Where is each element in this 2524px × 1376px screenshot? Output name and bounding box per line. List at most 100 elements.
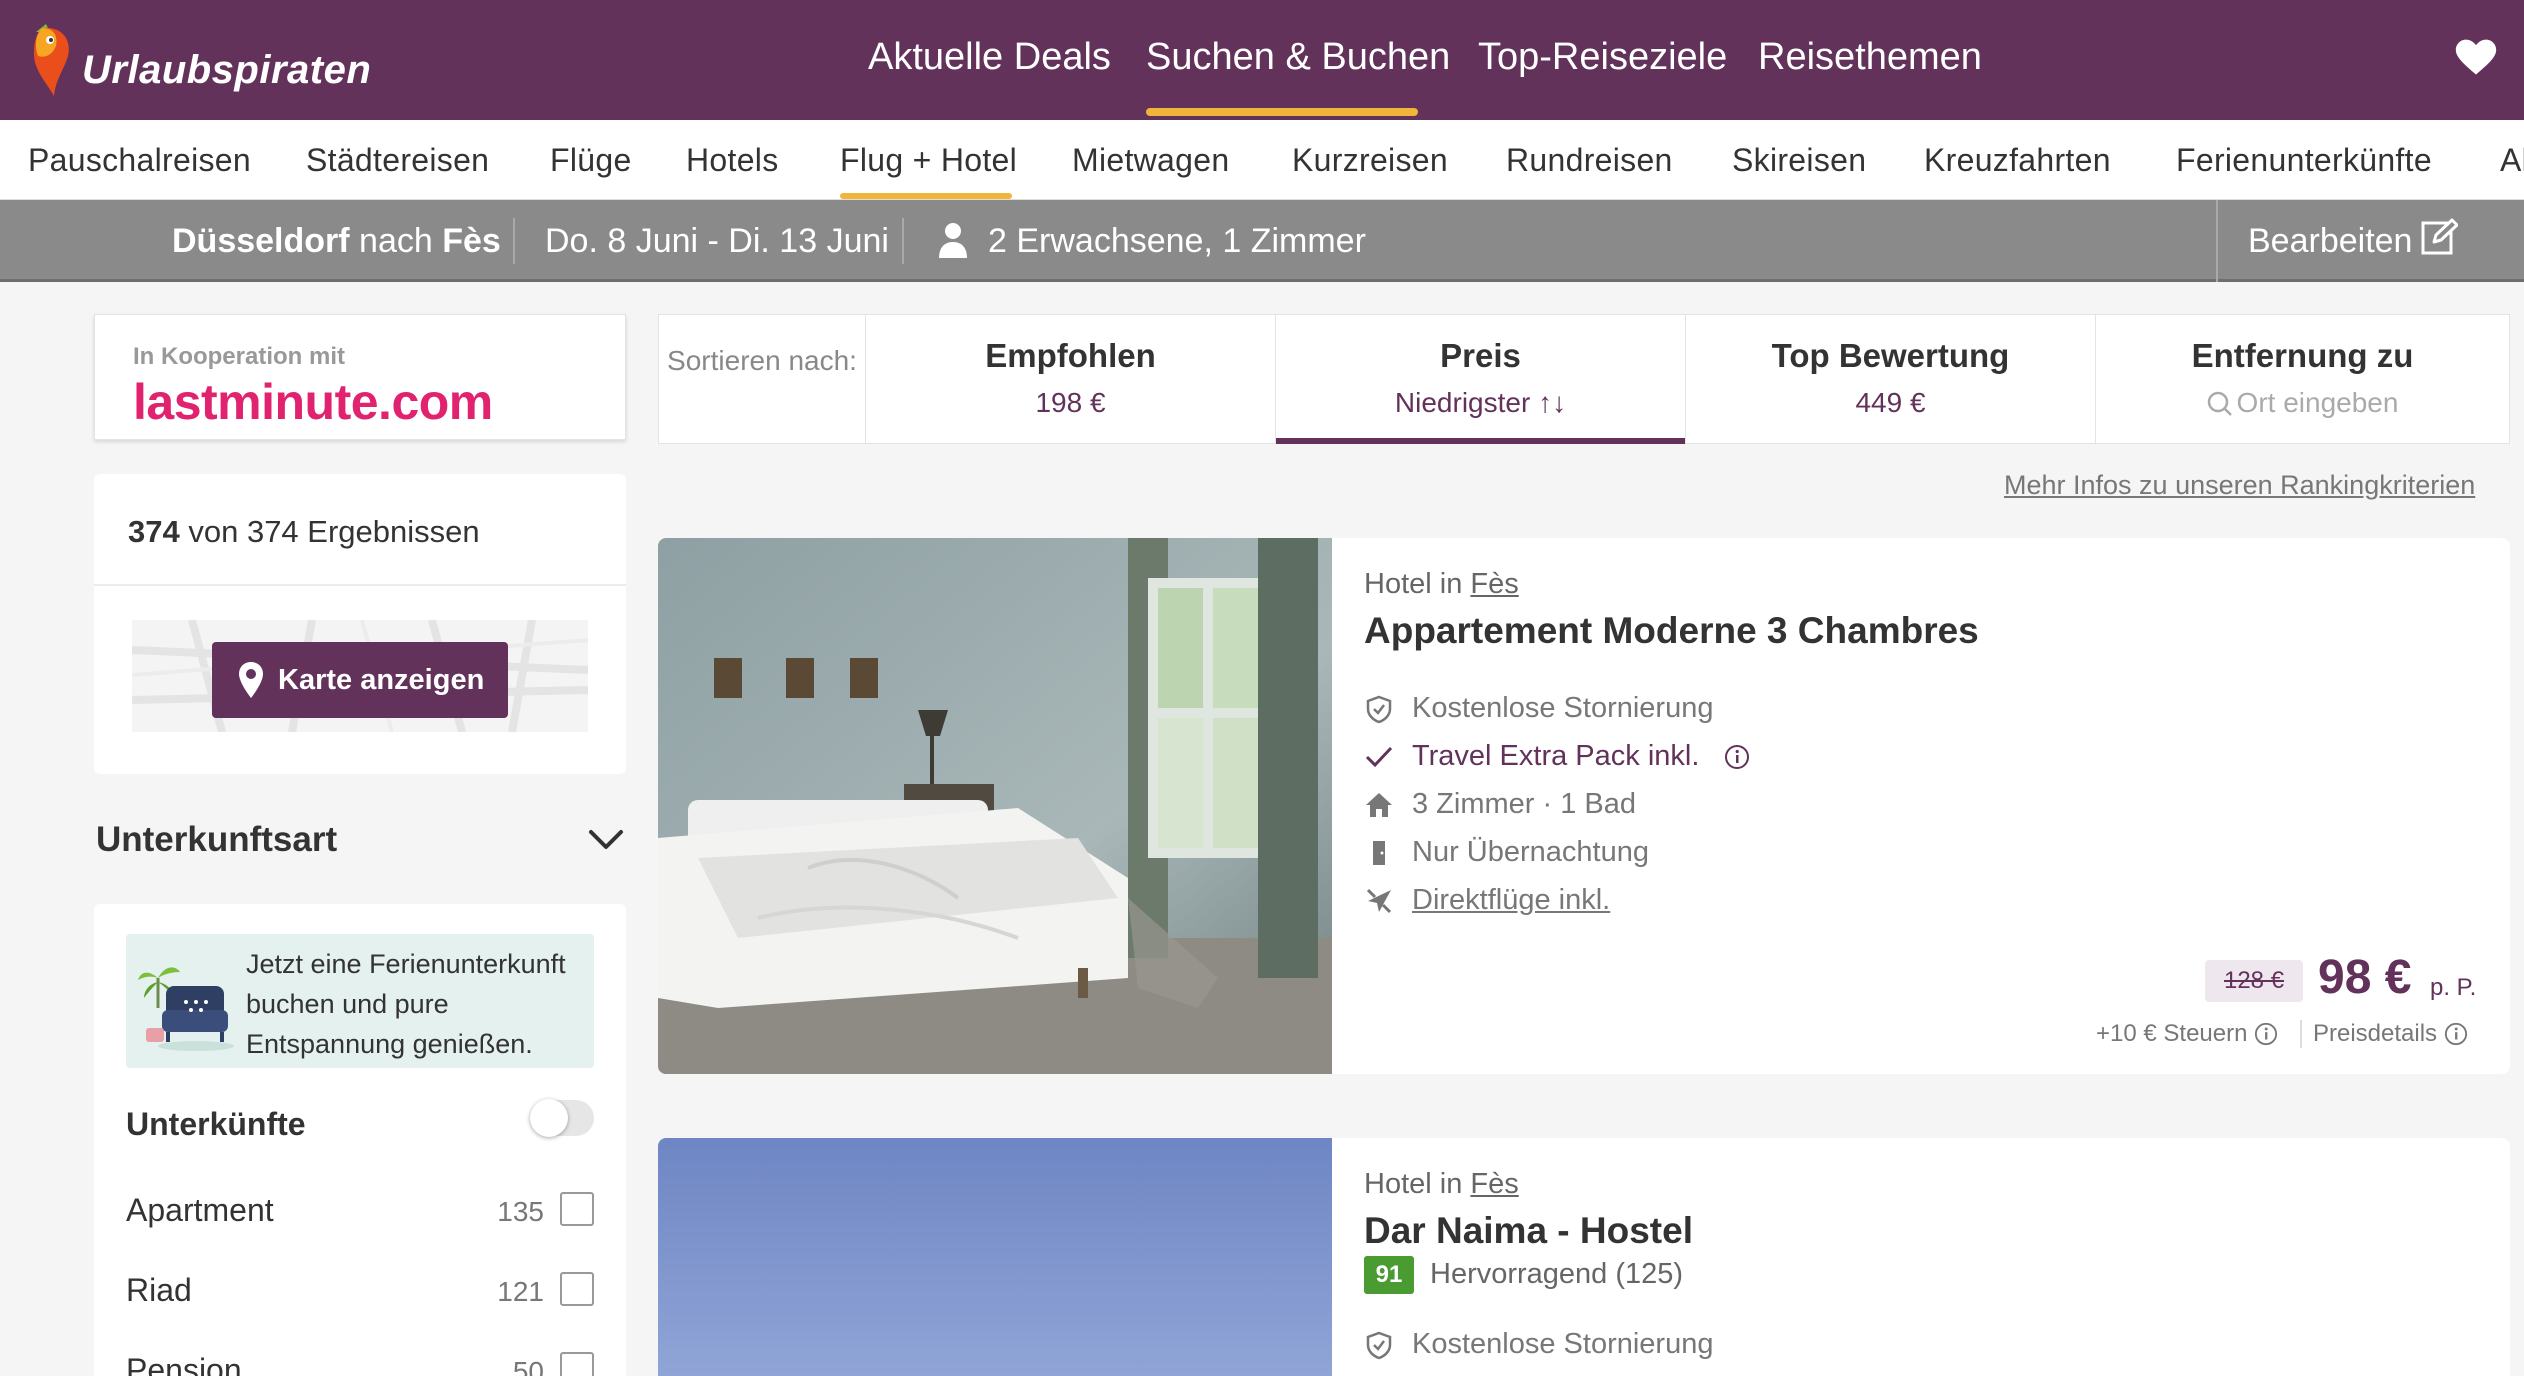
accommodations-toggle[interactable] (530, 1099, 594, 1137)
hotel-name[interactable]: Dar Naima - Hostel (1364, 1210, 1693, 1252)
info-icon[interactable] (1724, 744, 1750, 770)
location-input[interactable]: Ort eingeben (2096, 387, 2509, 419)
rating-score-badge: 91 (1364, 1256, 1414, 1294)
route-summary: Düsseldorf nach Fès (172, 222, 501, 261)
armchair-plant-icon (138, 967, 234, 1051)
active-category-indicator (840, 193, 1012, 199)
category-rundreisen[interactable]: Rundreisen (1506, 142, 1673, 179)
sort-option-value: Niedrigster ↑↓ (1394, 387, 1567, 418)
ranking-info-link[interactable]: Mehr Infos zu unseren Rankingkriterien (2004, 470, 2475, 501)
accommodation-type-heading[interactable]: Unterkunftsart (96, 820, 337, 860)
category-skireisen[interactable]: Skireisen (1732, 142, 1866, 179)
feature-text: Kostenlose Stornierung (1412, 692, 1714, 724)
accommodations-heading: Unterkünfte (126, 1106, 306, 1142)
divider (2216, 200, 2218, 282)
toggle-knob (530, 1099, 568, 1137)
divider (2300, 1020, 2302, 1048)
info-icon[interactable] (2444, 1022, 2468, 1046)
search-summary-bar[interactable]: Düsseldorf nach Fès Do. 8 Juni - Di. 13 … (0, 200, 2524, 282)
nav-top-reiseziele[interactable]: Top-Reiseziele (1478, 36, 1727, 79)
info-icon[interactable] (2254, 1022, 2278, 1046)
category-mietwagen[interactable]: Mietwagen (1072, 142, 1229, 179)
sort-option-title: Top Bewertung (1771, 337, 2010, 374)
taxes-info[interactable]: +10 € Steuern (2096, 1020, 2278, 1048)
vacation-rental-promo[interactable]: Jetzt eine Ferienunterkunft buchen und p… (126, 934, 594, 1068)
category-fluege[interactable]: Flüge (550, 142, 632, 179)
category-kurzreisen[interactable]: Kurzreisen (1292, 142, 1448, 179)
filter-row-pension[interactable]: Pension 50 (126, 1344, 594, 1376)
filter-count: 50 (512, 1356, 544, 1376)
filter-label: Pension (126, 1352, 242, 1376)
nav-reisethemen[interactable]: Reisethemen (1758, 36, 1982, 79)
feature-travel-extra-pack: Travel Extra Pack inkl. (1364, 738, 1824, 778)
edit-icon[interactable] (2420, 218, 2458, 256)
category-bar: Pauschalreisen Städtereisen Flüge Hotels… (0, 120, 2524, 200)
feature-rooms: 3 Zimmer · 1 Bad (1364, 786, 1764, 826)
divider (902, 218, 904, 264)
current-price: 98 € (2318, 951, 2412, 1004)
filter-checkbox[interactable] (560, 1352, 594, 1376)
category-more[interactable]: Al (2500, 142, 2524, 179)
hotel-name[interactable]: Appartement Moderne 3 Chambres (1364, 610, 1979, 652)
filter-row-riad[interactable]: Riad 121 (126, 1264, 594, 1314)
promo-text: Jetzt eine Ferienunterkunft buchen und p… (246, 949, 566, 1059)
parrot-logo-icon (34, 24, 69, 97)
hotel-card[interactable]: Hotel in Fès Dar Naima - Hostel 91 Hervo… (658, 1138, 2510, 1376)
feature-free-cancellation: Kostenlose Stornierung (1364, 690, 1764, 730)
sort-option-title: Entfernung zu (2191, 337, 2414, 374)
hotel-kind: Hotel in (1364, 568, 1463, 600)
shield-check-icon (1366, 695, 1392, 724)
show-map-label: Karte anzeigen (278, 664, 485, 696)
direct-flights-link[interactable]: Direktflüge inkl. (1412, 884, 1610, 917)
results-count: 374 von 374 Ergebnissen (128, 514, 480, 550)
sort-option-entfernung[interactable]: Entfernung zu Ort eingeben (2095, 315, 2509, 443)
divider (513, 218, 515, 264)
chevron-down-icon[interactable] (588, 828, 624, 852)
feature-text: 3 Zimmer · 1 Bad (1412, 788, 1636, 820)
search-icon (2207, 391, 2232, 416)
person-icon (939, 223, 967, 258)
sort-option-empfohlen[interactable]: Empfohlen 198 € (865, 315, 1275, 443)
price-details-link[interactable]: Preisdetails (2313, 1020, 2468, 1048)
rating-text[interactable]: Hervorragend (125) (1430, 1258, 1683, 1291)
edit-search-button[interactable]: Bearbeiten (2248, 222, 2412, 261)
hotel-city-link[interactable]: Fès (1470, 1168, 1518, 1200)
filter-row-apartment[interactable]: Apartment 135 (126, 1184, 594, 1234)
filter-checkbox[interactable] (560, 1272, 594, 1306)
guests-summary: 2 Erwachsene, 1 Zimmer (988, 222, 1366, 260)
category-pauschalreisen[interactable]: Pauschalreisen (28, 142, 251, 179)
sort-option-value: 449 € (1855, 387, 1926, 418)
results-shown: 374 (128, 514, 180, 549)
brand-name: Urlaubspiraten (82, 48, 372, 92)
filter-count: 135 (497, 1196, 544, 1227)
hotel-city-link[interactable]: Fès (1470, 568, 1518, 600)
feature-free-cancellation: Kostenlose Stornierung (1364, 1326, 1764, 1366)
category-staedtereisen[interactable]: Städtereisen (306, 142, 489, 179)
feature-direct-flights: Direktflüge inkl. (1364, 882, 1764, 922)
nav-suchen-buchen[interactable]: Suchen & Buchen (1146, 36, 1450, 79)
hotel-photo[interactable] (658, 1138, 1332, 1376)
active-sort-indicator (1276, 438, 1685, 444)
cooperation-banner: In Kooperation mit lastminute.com (94, 314, 626, 440)
show-map-button[interactable]: Karte anzeigen (212, 642, 508, 718)
category-kreuzfahrten[interactable]: Kreuzfahrten (1924, 142, 2111, 179)
nav-aktuelle-deals[interactable]: Aktuelle Deals (868, 36, 1111, 79)
travel-dates: Do. 8 Juni - Di. 13 Juni (545, 222, 889, 260)
sort-bar: Sortieren nach: Empfohlen 198 € Preis Ni… (658, 314, 2510, 444)
hotel-photo[interactable] (658, 538, 1332, 1074)
taxes-text: +10 € Steuern (2096, 1020, 2248, 1047)
location-placeholder: Ort eingeben (2236, 387, 2399, 418)
category-hotels[interactable]: Hotels (686, 142, 779, 179)
check-icon (1365, 746, 1393, 768)
active-nav-indicator (1146, 108, 1418, 116)
sort-label: Sortieren nach: (667, 345, 857, 376)
brand-logo[interactable]: Urlaubspiraten (28, 18, 372, 102)
feature-text: Kostenlose Stornierung (1412, 1328, 1714, 1360)
category-flug-hotel[interactable]: Flug + Hotel (840, 142, 1017, 179)
sort-option-preis[interactable]: Preis Niedrigster ↑↓ (1275, 315, 1685, 444)
feature-board: Nur Übernachtung (1364, 834, 1764, 874)
heart-icon[interactable] (2454, 36, 2498, 80)
sort-option-top-bewertung[interactable]: Top Bewertung 449 € (1685, 315, 2095, 443)
category-ferienunterkuenfte[interactable]: Ferienunterkünfte (2176, 142, 2432, 179)
filter-checkbox[interactable] (560, 1192, 594, 1226)
